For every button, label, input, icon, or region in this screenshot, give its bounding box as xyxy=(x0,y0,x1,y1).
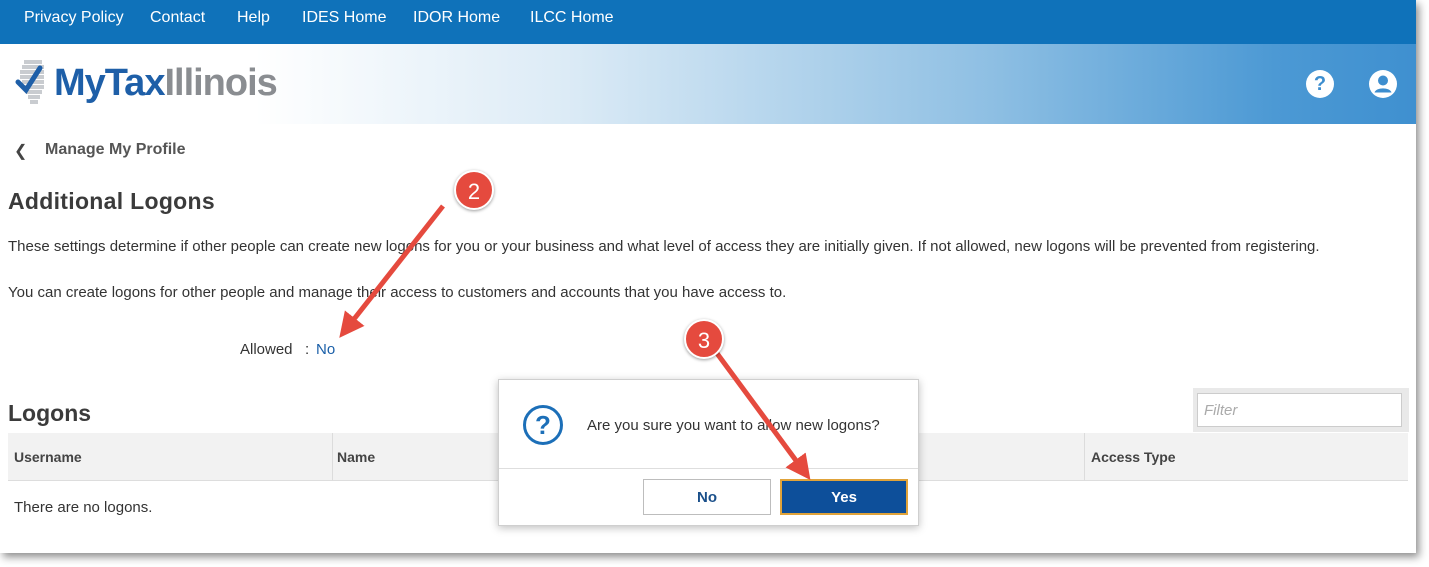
nav-link-privacy-policy[interactable]: Privacy Policy xyxy=(24,9,124,27)
chevron-left-icon[interactable]: ❮ xyxy=(14,141,27,161)
confirm-dialog: ? Are you sure you want to allow new log… xyxy=(498,379,919,526)
no-button[interactable]: No xyxy=(643,479,771,515)
top-navigation: Privacy Policy Contact Help IDES Home ID… xyxy=(0,0,1416,44)
column-header-access-type[interactable]: Access Type xyxy=(1091,449,1176,465)
nav-link-ides-home[interactable]: IDES Home xyxy=(302,9,386,27)
logons-description: You can create logons for other people a… xyxy=(8,284,787,301)
logons-heading: Logons xyxy=(8,400,92,426)
column-divider xyxy=(332,433,333,481)
yes-button[interactable]: Yes xyxy=(780,479,908,515)
question-circle-icon: ? xyxy=(523,405,563,445)
settings-description: These settings determine if other people… xyxy=(8,238,1320,255)
allowed-label: Allowed xyxy=(240,341,293,358)
filter-input[interactable] xyxy=(1197,393,1402,427)
help-icon[interactable]: ? xyxy=(1306,70,1334,98)
column-header-name[interactable]: Name xyxy=(337,449,375,465)
account-icon[interactable] xyxy=(1369,70,1397,98)
additional-logons-heading: Additional Logons xyxy=(8,188,215,214)
logo-wordmark[interactable]: MyTaxIllinois xyxy=(54,62,278,105)
dialog-divider xyxy=(499,468,918,469)
step-3-badge: 3 xyxy=(684,319,724,359)
filter-container xyxy=(1193,388,1409,432)
dialog-message: Are you sure you want to allow new logon… xyxy=(587,417,880,434)
column-divider xyxy=(1084,433,1085,481)
nav-link-ilcc-home[interactable]: ILCC Home xyxy=(530,9,614,27)
allowed-toggle-link[interactable]: No xyxy=(316,341,335,358)
column-header-username[interactable]: Username xyxy=(14,449,82,465)
nav-link-idor-home[interactable]: IDOR Home xyxy=(413,9,500,27)
empty-table-message: There are no logons. xyxy=(14,499,153,516)
nav-link-contact[interactable]: Contact xyxy=(150,9,205,27)
breadcrumb-manage-my-profile[interactable]: Manage My Profile xyxy=(45,141,185,159)
illinois-map-logo-icon xyxy=(15,60,44,104)
nav-link-help[interactable]: Help xyxy=(237,9,270,27)
step-2-badge: 2 xyxy=(454,170,494,210)
app-window: Privacy Policy Contact Help IDES Home ID… xyxy=(0,0,1416,553)
allowed-separator: : xyxy=(305,341,310,358)
